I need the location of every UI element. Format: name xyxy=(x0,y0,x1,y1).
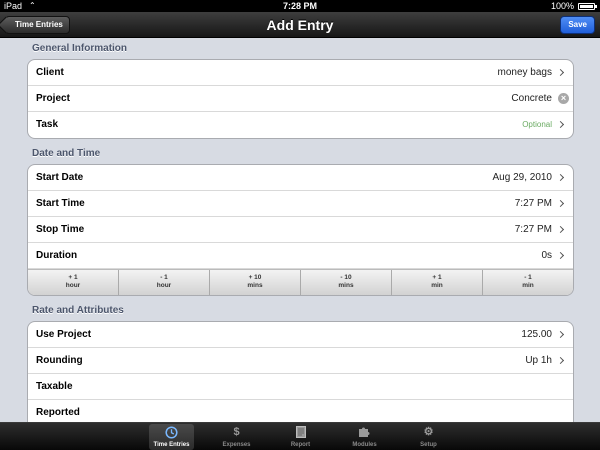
project-label: Project xyxy=(36,93,70,104)
adjust-unit: mins xyxy=(338,282,354,289)
adjust-amount: + 1 xyxy=(68,274,78,281)
start-date-value: Aug 29, 2010 xyxy=(492,172,553,183)
tab-bar: Time Entries $ Expenses Report Modules ⚙… xyxy=(0,422,600,450)
add-1-min-button[interactable]: + 1 min xyxy=(392,270,483,295)
reported-row[interactable]: Reported xyxy=(28,400,573,422)
task-row[interactable]: Task Optional xyxy=(28,112,573,138)
adjust-amount: - 1 xyxy=(524,274,532,281)
tab-label: Expenses xyxy=(222,442,251,448)
chevron-right-icon xyxy=(556,356,565,365)
subtract-10-mins-button[interactable]: - 10 mins xyxy=(301,270,392,295)
tab-expenses[interactable]: $ Expenses xyxy=(214,424,259,450)
tab-setup[interactable]: ⚙ Setup xyxy=(406,424,451,450)
status-bar: iPad ⌃ 7:28 PM 100% xyxy=(0,0,600,12)
adjust-amount: + 1 xyxy=(432,274,442,281)
tab-report[interactable]: Report xyxy=(278,424,323,450)
start-time-value: 7:27 PM xyxy=(514,198,552,209)
stop-time-row[interactable]: Stop Time 7:27 PM xyxy=(28,217,573,243)
rate-attributes-group: Use Project 125.00 Rounding Up 1h Taxabl… xyxy=(27,321,574,422)
battery-icon xyxy=(578,3,597,10)
start-time-label: Start Time xyxy=(36,198,85,209)
client-value: money bags xyxy=(497,67,552,78)
page-title: Add Entry xyxy=(266,17,334,33)
task-label: Task xyxy=(36,119,59,130)
subtract-1-hour-button[interactable]: - 1 hour xyxy=(119,270,210,295)
duration-adjust-bar: + 1 hour - 1 hour + 10 mins - 10 mins + … xyxy=(28,269,573,295)
save-button[interactable]: Save xyxy=(560,16,595,34)
battery-percent: 100% xyxy=(550,1,574,11)
use-project-label: Use Project xyxy=(36,329,92,340)
use-project-row[interactable]: Use Project 125.00 xyxy=(28,322,573,348)
adjust-amount: + 10 xyxy=(248,274,262,281)
client-row[interactable]: Client money bags xyxy=(28,60,573,86)
section-header-rate: Rate and Attributes xyxy=(32,305,124,316)
rounding-label: Rounding xyxy=(36,355,83,366)
adjust-unit: mins xyxy=(247,282,263,289)
client-label: Client xyxy=(36,67,64,78)
tab-label: Report xyxy=(290,442,311,448)
clear-icon[interactable]: × xyxy=(558,93,569,104)
reported-label: Reported xyxy=(36,407,80,418)
use-project-value: 125.00 xyxy=(521,329,552,340)
chevron-right-icon xyxy=(556,199,565,208)
adjust-unit: min xyxy=(522,282,534,289)
chevron-right-icon xyxy=(556,330,565,339)
general-info-group: Client money bags Project Concrete × Tas… xyxy=(27,59,574,139)
start-date-row[interactable]: Start Date Aug 29, 2010 xyxy=(28,165,573,191)
tab-label: Modules xyxy=(352,442,377,448)
duration-row[interactable]: Duration 0s xyxy=(28,243,573,269)
subtract-1-min-button[interactable]: - 1 min xyxy=(483,270,573,295)
tab-modules[interactable]: Modules xyxy=(342,424,387,450)
task-value: Optional xyxy=(522,120,552,129)
adjust-unit: min xyxy=(431,282,443,289)
stop-time-value: 7:27 PM xyxy=(514,224,552,235)
dollar-icon: $ xyxy=(233,426,240,438)
duration-value: 0s xyxy=(541,250,552,261)
start-time-row[interactable]: Start Time 7:27 PM xyxy=(28,191,573,217)
section-header-general: General Information xyxy=(32,43,128,54)
add-1-hour-button[interactable]: + 1 hour xyxy=(28,270,119,295)
add-10-mins-button[interactable]: + 10 mins xyxy=(210,270,301,295)
adjust-amount: - 10 xyxy=(340,274,352,281)
adjust-amount: - 1 xyxy=(160,274,168,281)
navigation-bar: Time Entries Add Entry Save xyxy=(0,12,600,38)
report-icon xyxy=(278,424,323,441)
chevron-right-icon xyxy=(556,225,565,234)
tab-label: Setup xyxy=(420,442,437,448)
rounding-row[interactable]: Rounding Up 1h xyxy=(28,348,573,374)
puzzle-icon xyxy=(342,424,387,441)
chevron-right-icon xyxy=(556,251,565,260)
clock-icon xyxy=(149,424,194,441)
adjust-unit: hour xyxy=(65,282,81,289)
taxable-row[interactable]: Taxable xyxy=(28,374,573,400)
project-row[interactable]: Project Concrete × xyxy=(28,86,573,112)
start-date-label: Start Date xyxy=(36,172,84,183)
taxable-label: Taxable xyxy=(36,381,73,392)
chevron-right-icon xyxy=(556,120,565,129)
chevron-right-icon xyxy=(556,173,565,182)
chevron-right-icon xyxy=(556,68,565,77)
rounding-value: Up 1h xyxy=(525,355,552,366)
tab-time-entries[interactable]: Time Entries xyxy=(149,424,194,450)
section-header-datetime: Date and Time xyxy=(32,148,101,159)
stop-time-label: Stop Time xyxy=(36,224,85,235)
date-time-group: Start Date Aug 29, 2010 Start Time 7:27 … xyxy=(27,164,574,296)
adjust-unit: hour xyxy=(156,282,172,289)
gear-icon: ⚙ xyxy=(423,426,434,438)
duration-label: Duration xyxy=(36,250,78,261)
tab-label: Time Entries xyxy=(153,442,190,448)
clock-time: 7:28 PM xyxy=(282,1,317,11)
project-value: Concrete xyxy=(511,93,552,104)
